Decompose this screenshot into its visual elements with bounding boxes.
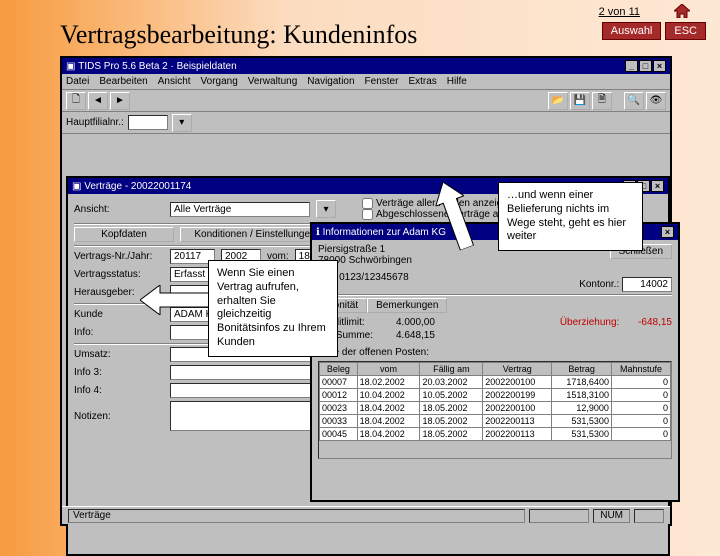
callout-bonitaet: Wenn Sie einen Vertrag aufrufen, erhalte… [208,260,338,357]
toolbar-1: 🗋 ◄ ► 📂 💾 🗎 🔍 👁 [62,90,670,112]
contract-icon: ▣ [72,181,81,192]
kreditlimit-value: 4.000,00 [396,317,435,328]
brand-label: Arkade Software [0,330,6,480]
ansicht-select[interactable]: Alle Verträge [170,202,310,217]
esc-button[interactable]: ESC [665,22,706,40]
op-col-header: vom [357,363,420,376]
tool-save-icon[interactable]: 💾 [570,92,590,110]
status-cell-1 [529,509,589,523]
menu-navigation[interactable]: Navigation [307,76,354,87]
status-bar: Verträge NUM [62,506,670,524]
op-col-header: Betrag [552,363,612,376]
tool-eye-icon[interactable]: 👁 [646,92,666,110]
op-liste-label: Liste der offenen Posten: [318,347,672,358]
minimize-button[interactable]: _ [625,60,638,72]
contract-title: Verträge - 20022001174 [84,181,191,192]
op-table: BelegvomFällig amVertragBetragMahnstufe … [319,362,671,441]
umsatz-label: Umsatz: [74,349,164,360]
auswahl-button[interactable]: Auswahl [602,22,662,40]
op-col-header: Mahnstufe [611,363,670,376]
info3-label: Info 3: [74,367,164,378]
popup-icon: ℹ [316,227,320,238]
menu-hilfe[interactable]: Hilfe [447,76,467,87]
home-icon[interactable] [674,4,690,18]
tool-new-icon[interactable]: 🗋 [66,92,86,110]
table-row[interactable]: 0003318.04.200218.05.20022002200113531,5… [320,415,671,428]
filter-row: Hauptfilialnr.: ▾ [62,112,670,134]
opsumme-value: 4.648,15 [396,330,435,341]
ueberziehung-value: -648,15 [638,317,672,341]
popup-tel: 0123/12345678 [339,272,409,283]
tool-doc-icon[interactable]: 🗎 [592,92,612,110]
menu-fenster[interactable]: Fenster [365,76,399,87]
konditionen-button[interactable]: Konditionen / Einstellungen [180,227,330,242]
ueberziehung-label: Überziehung: [560,317,619,341]
filter-dropdown-icon[interactable]: ▾ [172,114,192,132]
menu-bar[interactable]: Datei Bearbeiten Ansicht Vorgang Verwalt… [62,74,670,90]
popup-addr1: Piersigstraße 1 [318,244,412,255]
child-close-button[interactable]: × [651,180,664,192]
filter-label: Hauptfilialnr.: [66,117,124,128]
menu-verwaltung[interactable]: Verwaltung [248,76,297,87]
op-col-header: Vertrag [483,363,552,376]
tool-back-icon[interactable]: ◄ [88,92,108,110]
popup-close-button[interactable]: × [661,226,674,238]
chk-alle-filialen[interactable] [362,198,373,209]
kopfdaten-button[interactable]: Kopfdaten [74,227,174,242]
menu-ansicht[interactable]: Ansicht [158,76,191,87]
op-col-header: Fällig am [420,363,483,376]
op-col-header: Beleg [320,363,358,376]
tab-bemerkungen[interactable]: Bemerkungen [367,298,447,313]
popup-konto-label: Kontonr.: [579,279,619,290]
maximize-button[interactable]: □ [639,60,652,72]
popup-konto: 14002 [622,277,672,292]
table-row[interactable]: 0000718.02.200220.03.200220022001001718,… [320,376,671,389]
vertragsstatus-label: Vertragsstatus: [74,269,164,280]
slide-counter: 2 von 11 [599,6,640,18]
table-row[interactable]: 0004518.04.200218.05.20022002200113531,5… [320,428,671,441]
menu-extras[interactable]: Extras [408,76,436,87]
tool-fwd-icon[interactable]: ► [110,92,130,110]
status-cell-3 [634,509,664,523]
info4-label: Info 4: [74,385,164,396]
chk-abgeschlossen[interactable] [362,209,373,220]
menu-bearbeiten[interactable]: Bearbeiten [99,76,147,87]
info-popup: ℹ Informationen zur Adam KG × Piersigstr… [310,222,680,502]
info-label: Info: [74,327,164,338]
status-num: NUM [593,509,630,523]
notizen-label: Notizen: [74,411,164,422]
filter-field[interactable] [128,115,168,130]
tool-find-icon[interactable]: 🔍 [624,92,644,110]
callout-weiter: …und wenn einer Belieferung nichts im We… [498,182,643,251]
menu-vorgang[interactable]: Vorgang [201,76,238,87]
vertragsnr-label: Vertrags-Nr./Jahr: [74,251,164,262]
status-text: Verträge [68,509,525,523]
app-titlebar: ▣ TIDS Pro 5.6 Beta 2 · Beispieldaten _ … [62,58,670,74]
table-row[interactable]: 0001210.04.200210.05.200220022001991518,… [320,389,671,402]
ansicht-dropdown-icon[interactable]: ▾ [316,200,336,218]
menu-datei[interactable]: Datei [66,76,89,87]
app-title: TIDS Pro 5.6 Beta 2 · Beispieldaten [78,61,236,72]
popup-title: Informationen zur Adam KG [323,227,446,238]
app-icon: ▣ [66,61,75,72]
arrow-left-icon [140,285,210,315]
table-row[interactable]: 0002318.04.200218.05.2002200220010012,90… [320,402,671,415]
close-button[interactable]: × [653,60,666,72]
ansicht-label: Ansicht: [74,204,164,215]
tool-open-icon[interactable]: 📂 [548,92,568,110]
